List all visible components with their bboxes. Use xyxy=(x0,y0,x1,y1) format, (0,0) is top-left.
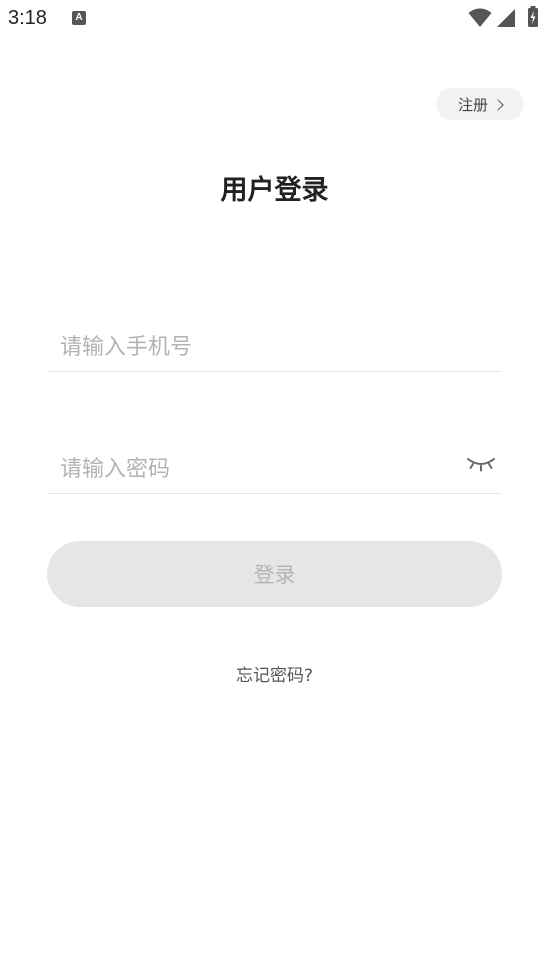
battery-charging-icon xyxy=(527,6,539,32)
forgot-password-link[interactable]: 忘记密码? xyxy=(0,661,549,686)
chevron-right-icon xyxy=(492,98,504,111)
login-label: 登录 xyxy=(253,563,296,587)
phone-input[interactable] xyxy=(60,329,450,365)
password-input[interactable] xyxy=(60,451,450,487)
notification-icon: A xyxy=(72,11,86,25)
login-screen: 3:18 A 注册 用户登录 请输入手机号 登录 忘记密码? xyxy=(0,0,549,977)
wifi-icon xyxy=(468,8,492,32)
login-button[interactable]: 登录 xyxy=(47,541,502,607)
signal-icon xyxy=(496,8,516,32)
status-time: 3:18 xyxy=(8,7,47,29)
register-label: 注册 xyxy=(457,95,488,114)
register-button[interactable]: 注册 xyxy=(436,88,524,120)
password-field xyxy=(47,443,502,494)
status-bar: 3:18 A xyxy=(0,0,549,38)
page-title: 用户登录 xyxy=(220,175,329,206)
eye-closed-icon[interactable] xyxy=(466,455,496,477)
phone-field xyxy=(47,321,502,372)
